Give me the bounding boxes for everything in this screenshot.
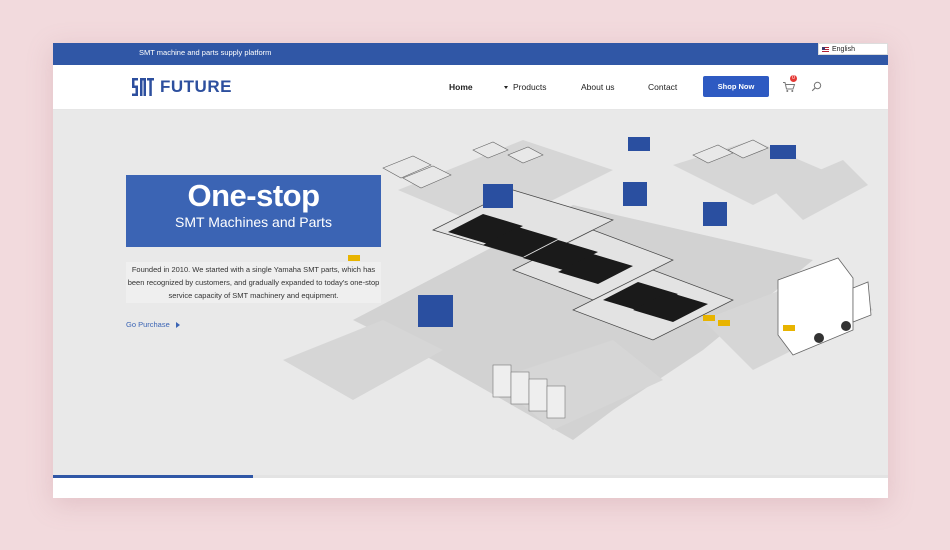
hero-description: Founded in 2010. We started with a singl… [126,262,381,303]
caret-down-icon [504,86,508,90]
site-logo[interactable]: FUTURE [131,75,232,99]
hero-slider: One-stop SMT Machines and Parts Founded … [53,110,888,478]
smt-logo-icon [132,78,154,96]
nav-products[interactable]: Products [504,82,547,92]
search-icon[interactable] [811,81,822,92]
hero-subheadline: SMT Machines and Parts [175,214,332,230]
top-bar: SMT machine and parts supply platform En… [53,43,888,65]
browser-page: SMT machine and parts supply platform En… [53,43,888,498]
top-bar-tagline: SMT machine and parts supply platform [139,48,272,57]
nav-home[interactable]: Home [449,82,473,92]
nav-about[interactable]: About us [581,82,615,92]
cart-icon [783,82,796,92]
us-flag-icon [822,46,829,52]
arrow-right-icon [175,321,180,328]
page-bottom [53,478,888,498]
hero-headline: One-stop [187,178,320,213]
cart-count-badge: 0 [790,75,797,82]
main-navigation: FUTURE Home Products About us Contact Sh… [53,65,888,110]
go-purchase-link[interactable]: Go Purchase [126,320,180,329]
shop-now-button[interactable]: Shop Now [703,76,769,97]
nav-contact[interactable]: Contact [648,82,677,92]
hero-headline-box: One-stop SMT Machines and Parts [126,175,381,247]
language-selector[interactable]: English [818,43,888,55]
brand-name: FUTURE [160,77,232,96]
go-purchase-label: Go Purchase [126,320,170,329]
nav-products-label: Products [513,82,547,92]
cart-button[interactable]: 0 [782,75,797,92]
language-label: English [832,45,855,53]
